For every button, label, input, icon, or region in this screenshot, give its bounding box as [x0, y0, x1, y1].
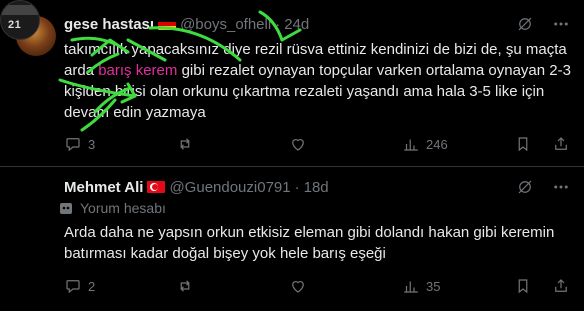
comment-account-badge: Yorum hesabı [58, 200, 166, 216]
reply-count: 3 [88, 136, 96, 152]
post-header: Mehmet Ali @Guendouzi0791 · 18d [64, 177, 329, 197]
bookmark-button[interactable] [514, 277, 532, 295]
post-text: takımcılık yapacaksınız diye rezil rüsva… [64, 39, 572, 123]
action-bar: 2 35 [64, 276, 572, 296]
like-button[interactable] [289, 135, 307, 153]
author-name[interactable]: gese hastası [64, 16, 154, 33]
grok-icon[interactable] [516, 15, 534, 38]
post-header: gese hastası @boys_ofhell · 24d [64, 14, 309, 34]
reply-icon [66, 138, 80, 152]
bookmark-icon [518, 137, 528, 152]
post-2[interactable]: Mehmet Ali @Guendouzi0791 · 18d Arda dah… [0, 167, 584, 311]
badge-label: Yorum hesabı [80, 200, 166, 216]
views-count: 35 [426, 278, 441, 294]
bookmark-icon [518, 279, 528, 294]
views-count: 246 [426, 136, 448, 152]
avatar-jersey-stripe [1, 5, 39, 15]
share-button[interactable] [552, 135, 570, 153]
bookmark-button[interactable] [514, 135, 532, 153]
post-top-actions [516, 15, 570, 38]
anonymous-mask-icon [60, 203, 72, 214]
analytics-icon [404, 139, 418, 151]
separator-dot: · [275, 15, 281, 33]
more-icon[interactable] [552, 15, 570, 38]
timestamp[interactable]: 18d [304, 179, 329, 196]
reply-button[interactable]: 2 [64, 277, 95, 295]
analytics-icon [404, 281, 418, 293]
germany-flag-icon [158, 18, 177, 30]
turkey-flag-icon [147, 181, 166, 193]
views-button[interactable]: 35 [402, 277, 440, 295]
views-button[interactable]: 246 [402, 135, 448, 153]
post-text: Arda daha ne yapsın orkun etkisiz eleman… [64, 224, 555, 262]
reply-icon [66, 280, 80, 294]
repost-icon [180, 138, 190, 150]
grok-icon[interactable] [516, 178, 534, 201]
heart-icon [292, 281, 304, 293]
share-button[interactable] [552, 277, 570, 295]
author-name[interactable]: Mehmet Ali [64, 179, 143, 196]
reply-button[interactable]: 3 [64, 135, 95, 153]
reply-count: 2 [88, 278, 96, 294]
post-1[interactable]: gese hastası @boys_ofhell · 24d takımcıl… [0, 0, 584, 167]
avatar-jersey-number: 21 [8, 19, 22, 31]
post-top-actions [516, 178, 570, 201]
share-icon [555, 137, 567, 150]
repost-icon [180, 280, 190, 292]
mention-link[interactable]: barış kerem [98, 62, 177, 79]
separator-dot: · [294, 178, 300, 196]
action-bar: 3 246 [64, 134, 572, 154]
timestamp[interactable]: 24d [284, 16, 309, 33]
like-button[interactable] [289, 277, 307, 295]
heart-icon [292, 139, 304, 151]
author-handle[interactable]: @Guendouzi0791 [169, 179, 290, 196]
repost-button[interactable] [176, 135, 194, 153]
avatar[interactable]: 21 [0, 0, 40, 40]
repost-button[interactable] [176, 277, 194, 295]
more-icon[interactable] [552, 178, 570, 201]
share-icon [555, 279, 567, 292]
author-handle[interactable]: @boys_ofhell [180, 16, 271, 33]
